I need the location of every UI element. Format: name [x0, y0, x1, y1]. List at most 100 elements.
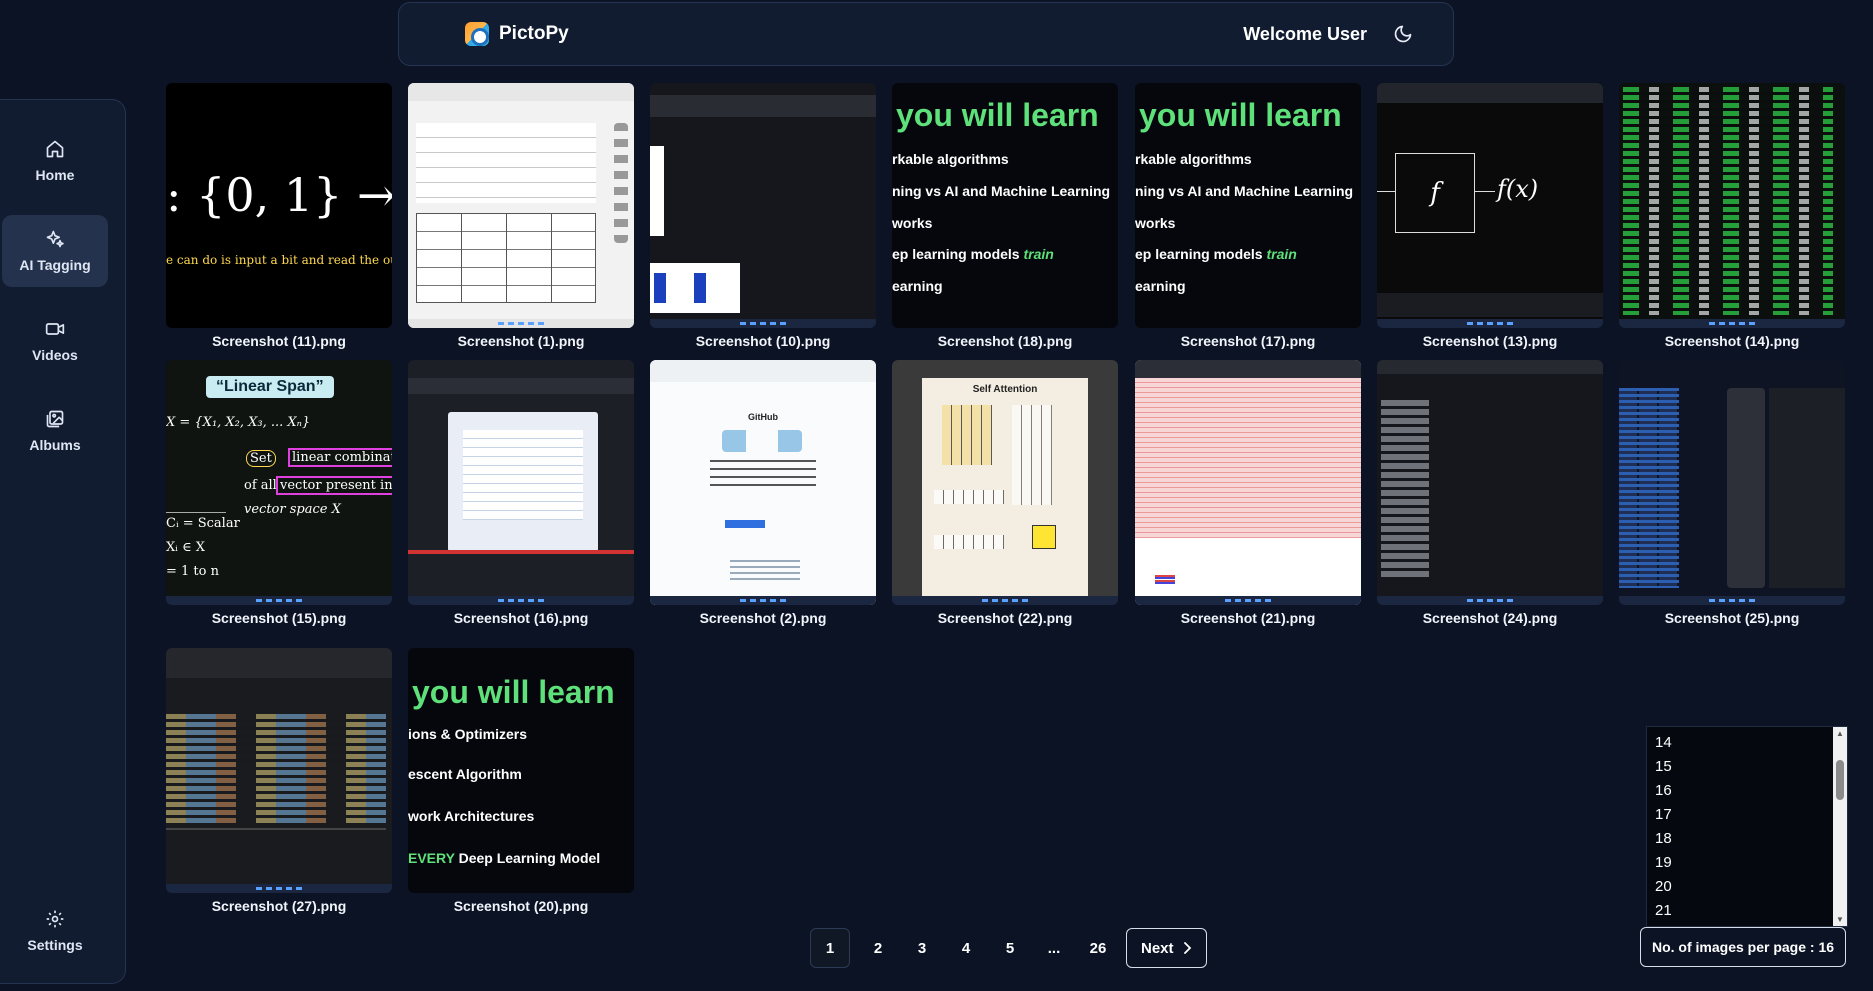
image-card[interactable]: GitHub Screenshot (2).png [650, 360, 876, 626]
per-page-option[interactable]: 18 [1647, 827, 1847, 851]
per-page-option[interactable]: 14 [1647, 731, 1847, 755]
scroll-up-icon[interactable]: ▲ [1836, 729, 1844, 738]
chevron-right-icon [1183, 942, 1191, 954]
albums-icon [46, 410, 64, 428]
thumb-text: train [1023, 246, 1054, 262]
image-thumbnail: you will learn rkable algorithms ning vs… [1135, 83, 1361, 328]
image-card[interactable]: Screenshot (27).png [166, 648, 392, 914]
per-page-option[interactable]: 21 [1647, 899, 1847, 923]
page-button-4[interactable]: 4 [950, 928, 982, 968]
thumb-text: Xᵢ ∈ X [166, 540, 206, 555]
thumb-text: = 1 to n [166, 564, 219, 579]
thumb-text: : {0, 1} → {0, [166, 168, 392, 222]
page-button-26[interactable]: 26 [1082, 928, 1114, 968]
image-card[interactable]: “Linear Span” X = {X₁, X₂, X₃, ... Xₙ} S… [166, 360, 392, 626]
thumb-text: ep learning models [892, 246, 1024, 262]
image-card[interactable]: Screenshot (25).png [1619, 360, 1845, 626]
image-card[interactable]: f f(x) Screenshot (13).png [1377, 83, 1603, 349]
thumb-text: ions & Optimizers [408, 726, 528, 742]
image-thumbnail: : {0, 1} → {0, e can do is input a bit a… [166, 83, 392, 328]
image-filename: Screenshot (16).png [453, 610, 589, 626]
thumb-text: e can do is input a bit and read the out… [166, 253, 392, 267]
image-card[interactable]: : {0, 1} → {0, e can do is input a bit a… [166, 83, 392, 349]
image-filename: Screenshot (20).png [453, 898, 589, 914]
video-icon [45, 323, 65, 335]
image-filename: Screenshot (13).png [1422, 333, 1558, 349]
page-button-5[interactable]: 5 [994, 928, 1026, 968]
per-page-option[interactable]: 15 [1647, 755, 1847, 779]
scroll-down-icon[interactable]: ▼ [1836, 915, 1844, 924]
moon-icon[interactable] [1393, 24, 1413, 44]
sidebar-item-settings[interactable]: Settings [2, 895, 108, 967]
image-thumbnail [1377, 360, 1603, 605]
per-page-option[interactable]: 20 [1647, 875, 1847, 899]
image-thumbnail [166, 648, 392, 893]
image-card[interactable]: Screenshot (10).png [650, 83, 876, 349]
per-page-option[interactable]: 17 [1647, 803, 1847, 827]
image-filename: Screenshot (10).png [695, 333, 831, 349]
image-card[interactable]: Screenshot (16).png [408, 360, 634, 626]
sidebar-item-ai-tagging[interactable]: AI Tagging [2, 215, 108, 287]
image-card[interactable]: you will learn ions & Optimizers escent … [408, 648, 634, 914]
image-thumbnail [1135, 360, 1361, 605]
image-card[interactable]: Screenshot (21).png [1135, 360, 1361, 626]
next-label: Next [1141, 939, 1174, 957]
thumb-text: works [892, 215, 933, 231]
image-card[interactable]: Screenshot (24).png [1377, 360, 1603, 626]
brand[interactable]: PictoPy [465, 22, 569, 46]
thumb-text: you will learn [1139, 97, 1342, 133]
thumb-text: Set [246, 450, 276, 467]
thumb-text: earning [892, 278, 943, 294]
image-thumbnail: f f(x) [1377, 83, 1603, 328]
thumb-text: work Architectures [408, 808, 535, 824]
thumb-text: f [1395, 153, 1475, 233]
image-card[interactable]: Self Attention Screenshot (22).png [892, 360, 1118, 626]
sidebar: Home AI Tagging Videos Albums Settings [0, 99, 126, 984]
page-button-2[interactable]: 2 [862, 928, 894, 968]
image-thumbnail [1619, 360, 1845, 605]
sidebar-item-albums[interactable]: Albums [2, 395, 108, 467]
list-scrollbar[interactable]: ▲ ▼ [1833, 727, 1847, 926]
thumb-text: Cᵢ = Scalar [166, 516, 240, 531]
thumb-text: escent Algorithm [408, 766, 522, 782]
sidebar-item-home[interactable]: Home [2, 125, 108, 197]
image-card[interactable]: you will learn rkable algorithms ning vs… [892, 83, 1118, 349]
image-thumbnail: “Linear Span” X = {X₁, X₂, X₃, ... Xₙ} S… [166, 360, 392, 605]
sidebar-item-label: Albums [29, 437, 81, 453]
per-page-select[interactable]: No. of images per page : 16 [1640, 927, 1846, 967]
image-filename: Screenshot (21).png [1180, 610, 1316, 626]
image-card[interactable]: Screenshot (1).png [408, 83, 634, 349]
per-page-option[interactable]: 19 [1647, 851, 1847, 875]
thumb-text: Deep Learning Model [454, 850, 601, 866]
scrollbar-thumb[interactable] [1836, 760, 1844, 800]
image-thumbnail [1619, 83, 1845, 328]
image-filename: Screenshot (2).png [699, 610, 827, 626]
thumb-text: works [1135, 215, 1176, 231]
per-page-options-list[interactable]: 14 15 16 17 18 19 20 21 ▲ ▼ [1646, 726, 1848, 927]
page-button-3[interactable]: 3 [906, 928, 938, 968]
image-thumbnail [408, 360, 634, 605]
page-button-1[interactable]: 1 [810, 928, 850, 968]
image-card[interactable]: Screenshot (14).png [1619, 83, 1845, 349]
image-filename: Screenshot (1).png [457, 333, 585, 349]
image-thumbnail: you will learn rkable algorithms ning vs… [892, 83, 1118, 328]
thumb-text: ning vs AI and Machine Learning [1135, 183, 1354, 199]
image-thumbnail: you will learn ions & Optimizers escent … [408, 648, 634, 893]
image-filename: Screenshot (22).png [937, 610, 1073, 626]
image-thumbnail: GitHub [650, 360, 876, 605]
image-filename: Screenshot (25).png [1664, 610, 1800, 626]
gear-icon [46, 910, 64, 928]
per-page-option[interactable]: 16 [1647, 779, 1847, 803]
header-right: Welcome User [1243, 24, 1413, 45]
image-thumbnail: Self Attention [892, 360, 1118, 605]
thumb-text: train [1266, 246, 1297, 262]
image-filename: Screenshot (24).png [1422, 610, 1558, 626]
next-page-button[interactable]: Next [1126, 928, 1207, 968]
image-thumbnail [650, 83, 876, 328]
sidebar-item-videos[interactable]: Videos [2, 305, 108, 377]
pagination: 1 2 3 4 5 ... 26 Next [810, 928, 1207, 968]
image-thumbnail [408, 83, 634, 328]
thumb-text: vector space X [244, 502, 341, 517]
thumb-text: X = {X₁, X₂, X₃, ... Xₙ} [166, 415, 311, 430]
image-card[interactable]: you will learn rkable algorithms ning vs… [1135, 83, 1361, 349]
